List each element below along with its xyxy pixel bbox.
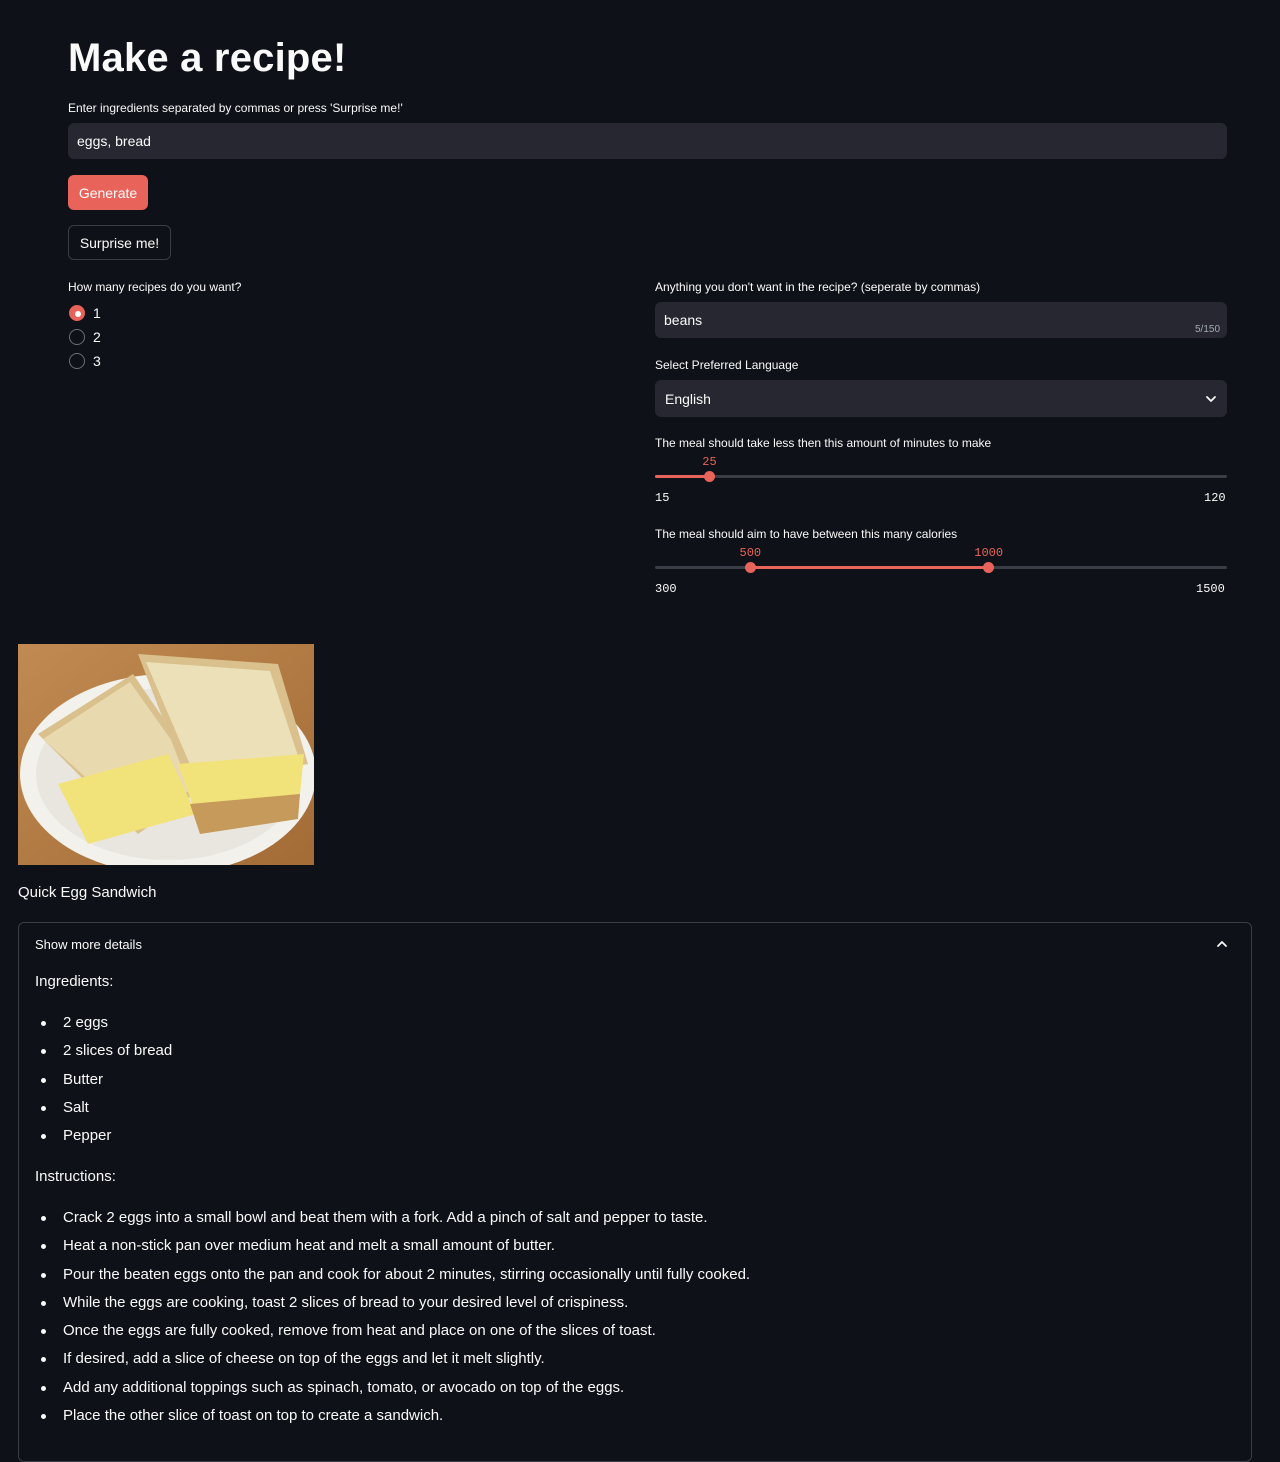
instructions-list: Crack 2 eggs into a small bowl and beat … [35, 1208, 750, 1434]
time-slider-track[interactable] [655, 475, 1227, 478]
ingredients-list: 2 eggs 2 slices of bread Butter Salt Pep… [35, 1013, 172, 1154]
ingredients-heading: Ingredients: [35, 973, 114, 990]
time-slider-fill [655, 475, 710, 478]
list-item: Heat a non-stick pan over medium heat an… [35, 1236, 750, 1264]
list-item: Crack 2 eggs into a small bowl and beat … [35, 1208, 750, 1236]
calorie-slider-label: The meal should aim to have between this… [655, 527, 958, 541]
list-item: Once the eggs are fully cooked, remove f… [35, 1321, 750, 1349]
calorie-slider-low-thumb[interactable] [744, 562, 756, 573]
list-item: 2 eggs [35, 1013, 172, 1041]
radio-label: 1 [93, 305, 101, 321]
time-slider-value: 25 [702, 455, 717, 469]
language-select[interactable]: English [655, 380, 1227, 417]
time-slider-label: The meal should take less then this amou… [655, 436, 992, 450]
calorie-slider-max: 1500 [1196, 582, 1225, 596]
radio-label: 3 [93, 353, 101, 369]
egg-sandwich-image [18, 644, 314, 865]
recipe-count-label: How many recipes do you want? [68, 280, 242, 294]
calorie-slider-high-value: 1000 [974, 546, 1004, 560]
radio-label: 2 [93, 329, 101, 345]
calorie-slider-fill [750, 566, 989, 569]
page-title: Make a recipe! [68, 36, 347, 80]
language-selected-value: English [665, 390, 711, 407]
calorie-slider-min: 300 [655, 582, 677, 596]
time-slider-max: 120 [1204, 491, 1226, 505]
ingredients-label: Enter ingredients separated by commas or… [68, 101, 403, 115]
expander-header[interactable]: Show more details [35, 937, 142, 952]
exclusions-input[interactable] [655, 302, 1227, 338]
chevron-down-icon [1206, 395, 1216, 402]
list-item: 2 slices of bread [35, 1041, 172, 1069]
surprise-me-button[interactable]: Surprise me! [68, 225, 171, 260]
list-item: Pour the beaten eggs onto the pan and co… [35, 1265, 750, 1293]
radio-checked-icon[interactable] [69, 305, 85, 321]
list-item: Butter [35, 1070, 172, 1098]
list-item: Add any additional toppings such as spin… [35, 1378, 750, 1406]
list-item: While the eggs are cooking, toast 2 slic… [35, 1293, 750, 1321]
recipe-image [18, 644, 314, 865]
instructions-heading: Instructions: [35, 1168, 116, 1185]
list-item: Salt [35, 1098, 172, 1126]
radio-unchecked-icon[interactable] [69, 329, 85, 345]
chevron-up-icon[interactable] [1215, 937, 1229, 951]
exclusions-label: Anything you don't want in the recipe? (… [655, 280, 981, 294]
recipe-details-expander[interactable]: Show more details Ingredients: 2 eggs 2 … [18, 922, 1252, 1462]
radio-unchecked-icon[interactable] [69, 353, 85, 369]
list-item: If desired, add a slice of cheese on top… [35, 1349, 750, 1377]
list-item: Place the other slice of toast on top to… [35, 1406, 750, 1434]
list-item: Pepper [35, 1126, 172, 1154]
ingredients-input[interactable] [68, 123, 1227, 159]
time-slider-min: 15 [655, 491, 670, 505]
recipe-title: Quick Egg Sandwich [18, 884, 157, 901]
calorie-slider-low-value: 500 [739, 546, 762, 560]
char-counter: 5/150 [1195, 324, 1221, 335]
recipe-count-option-3[interactable]: 3 [69, 353, 101, 369]
time-slider-thumb[interactable] [703, 471, 715, 482]
recipe-count-option-1[interactable]: 1 [69, 305, 101, 321]
language-label: Select Preferred Language [655, 358, 799, 372]
generate-button[interactable]: Generate [68, 175, 148, 210]
recipe-count-option-2[interactable]: 2 [69, 329, 101, 345]
